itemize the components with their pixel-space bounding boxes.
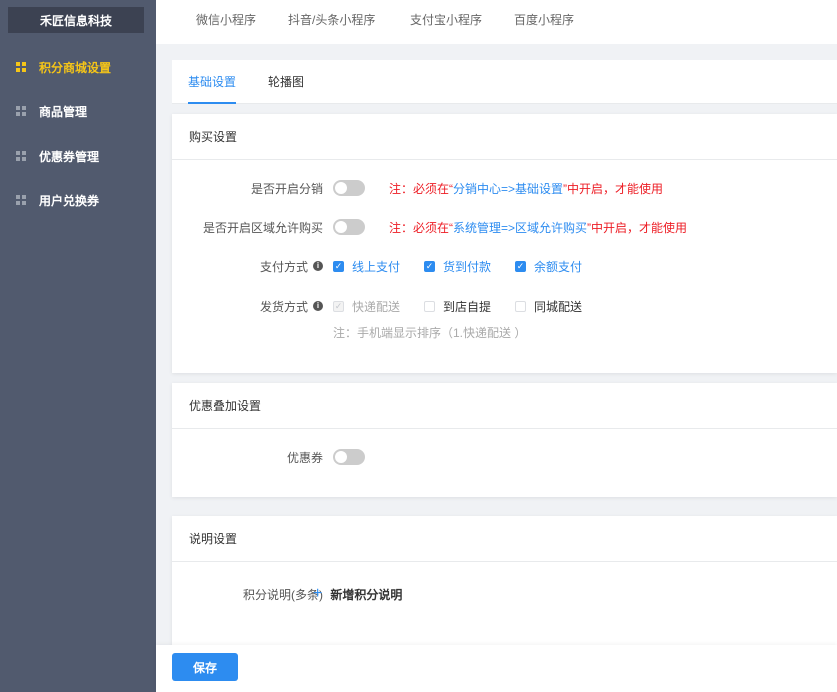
sidebar-item-label: 用户兑换券	[39, 193, 100, 208]
sidebar-item-goods-management[interactable]: 商品管理	[0, 89, 156, 133]
tab-basic-settings[interactable]: 基础设置	[188, 60, 237, 104]
region-row: 是否开启区域允许购买 注：必须在“系统管理=>区域允许购买”中开启，才能使用	[172, 215, 837, 239]
sidebar: 禾匠信息科技 积分商城设置 商品管理 优惠券管理 用户兑换券	[0, 0, 156, 692]
payment-cod-checkbox[interactable]: ✓ 货到付款	[424, 258, 491, 275]
card-title: 说明设置	[172, 516, 837, 562]
grid-icon	[16, 61, 27, 73]
points-explain-row: 积分说明(多条) + 新增积分说明	[172, 582, 837, 606]
check-icon: ✓	[333, 300, 344, 312]
plus-icon: +	[313, 585, 323, 602]
check-icon: ✓	[515, 260, 527, 272]
grid-icon	[16, 150, 27, 162]
check-icon: ✓	[333, 260, 344, 272]
platform-tabs: 微信小程序 抖音/头条小程序 支付宝小程序 百度小程序	[156, 0, 837, 44]
region-settings-link[interactable]: 系统管理=>区域允许购买	[453, 221, 587, 235]
payment-balance-checkbox[interactable]: ✓ 余额支付	[515, 258, 582, 275]
tab-douyin-miniprogram[interactable]: 抖音/头条小程序	[288, 0, 375, 40]
sidebar-item-user-exchange-coupon[interactable]: 用户兑换券	[0, 178, 156, 222]
sidebar-item-label: 积分商城设置	[39, 60, 112, 75]
coupon-switch[interactable]	[333, 449, 365, 465]
delivery-label: 发货方式 i	[260, 298, 323, 315]
coupon-label: 优惠券	[286, 450, 323, 465]
points-explain-label: 积分说明(多条)	[243, 587, 323, 602]
purchase-settings-card: 购买设置 是否开启分销 注：必须在“分销中心=>基础设置”中开启，才能使用 是否…	[172, 114, 837, 373]
save-button[interactable]: 保存	[172, 653, 238, 681]
delivery-pickup-checkbox[interactable]: 到店自提	[424, 298, 491, 315]
tab-baidu-miniprogram[interactable]: 百度小程序	[514, 0, 574, 40]
payment-online-checkbox[interactable]: ✓ 线上支付	[333, 258, 400, 275]
region-label: 是否开启区域允许购买	[202, 220, 323, 235]
delivery-row: 发货方式 i ✓ 快递配送 到店自提 同城配送	[172, 294, 837, 318]
footer-bar: 保存	[156, 645, 837, 692]
payment-row: 支付方式 i ✓ 线上支付 ✓ 货到付款 ✓ 余额支付	[172, 254, 837, 278]
discount-settings-card: 优惠叠加设置 优惠券	[172, 383, 837, 497]
distribution-label: 是否开启分销	[250, 181, 323, 196]
sidebar-item-points-mall-settings[interactable]: 积分商城设置	[0, 45, 156, 89]
card-title: 优惠叠加设置	[172, 383, 837, 429]
card-title: 购买设置	[172, 114, 837, 160]
delivery-sort-hint: 注：手机端显示排序（1.快递配送 ）	[333, 326, 527, 340]
tab-carousel[interactable]: 轮播图	[268, 60, 304, 104]
brand-logo: 禾匠信息科技	[8, 7, 144, 33]
region-switch[interactable]	[333, 219, 365, 235]
distribution-row: 是否开启分销 注：必须在“分销中心=>基础设置”中开启，才能使用	[172, 176, 837, 200]
sidebar-item-coupon-management[interactable]: 优惠券管理	[0, 134, 156, 178]
grid-icon	[16, 105, 27, 117]
delivery-express-checkbox[interactable]: ✓ 快递配送	[333, 298, 400, 315]
sidebar-item-label: 商品管理	[39, 104, 88, 119]
distribution-settings-link[interactable]: 分销中心=>基础设置	[453, 182, 563, 196]
sidebar-item-label: 优惠券管理	[39, 149, 100, 164]
coupon-row: 优惠券	[172, 445, 837, 469]
region-note: 注：必须在“系统管理=>区域允许购买”中开启，才能使用	[389, 220, 688, 235]
add-points-explain-button[interactable]: + 新增积分说明	[313, 586, 402, 603]
explain-settings-card: 说明设置 积分说明(多条) + 新增积分说明	[172, 516, 837, 645]
settings-tabs: 基础设置 轮播图	[172, 60, 837, 104]
distribution-note: 注：必须在“分销中心=>基础设置”中开启，才能使用	[389, 181, 664, 196]
payment-label: 支付方式 i	[260, 258, 323, 275]
check-icon: ✓	[424, 260, 436, 272]
grid-icon	[16, 194, 27, 206]
info-icon[interactable]: i	[313, 301, 323, 311]
tab-alipay-miniprogram[interactable]: 支付宝小程序	[410, 0, 482, 40]
distribution-switch[interactable]	[333, 180, 365, 196]
tab-wechat-miniprogram[interactable]: 微信小程序	[196, 0, 256, 40]
delivery-local-checkbox[interactable]: 同城配送	[515, 298, 582, 315]
info-icon[interactable]: i	[313, 261, 323, 271]
